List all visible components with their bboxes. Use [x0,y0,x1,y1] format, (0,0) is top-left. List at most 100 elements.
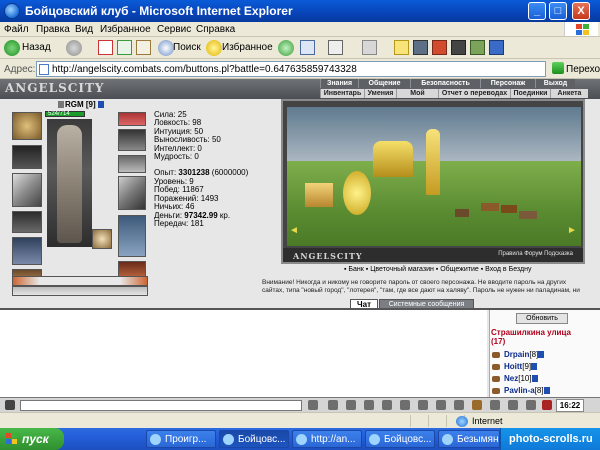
tab-security[interactable]: Безопасность [410,79,480,88]
tool-icon[interactable] [432,40,447,55]
menu-view[interactable]: Вид [75,24,93,35]
armor-slot[interactable] [12,211,42,233]
address-input[interactable]: http://angelscity.combats.com/buttons.pl… [36,61,546,77]
favorites-button-label[interactable]: Избранное [222,42,273,53]
scene-links[interactable]: Правила Форум Подсказка [498,251,573,257]
refresh-button[interactable]: Обновить [516,313,568,324]
back-button-label[interactable]: Назад [22,42,51,53]
ring-slots-row[interactable] [12,276,148,286]
media-icon[interactable] [451,40,466,55]
character-name[interactable]: RGM [9] [58,100,104,109]
chat-area[interactable] [0,310,487,397]
maximize-button[interactable]: □ [549,2,567,20]
translit-icon[interactable] [400,400,410,410]
messenger-icon[interactable] [413,40,428,55]
bench-object[interactable] [481,203,499,211]
tab-battles[interactable]: Поединки [510,89,550,98]
bench-object-3[interactable] [455,209,469,217]
menu-file[interactable]: Файл [4,24,29,35]
map-icon[interactable] [454,400,464,410]
weapon-slot[interactable] [12,173,42,207]
task-browser-3[interactable]: Бойцовс... [365,430,435,448]
bracer-slot[interactable] [118,155,146,173]
info-icon[interactable] [97,101,104,109]
bench-object-4[interactable] [519,211,537,219]
go-arrow-icon[interactable] [552,62,564,74]
list-item[interactable]: Hoitt[9] [492,362,538,371]
task-paint[interactable]: Безымян... [438,430,500,448]
sound-icon[interactable] [382,400,392,410]
mail-icon[interactable] [508,400,518,410]
tab-knowledge[interactable]: Знания [320,79,358,88]
tab-communication[interactable]: Общение [358,79,410,88]
research-icon[interactable] [470,40,485,55]
menu-edit[interactable]: Правка [36,24,70,35]
belt-items-row[interactable] [12,286,148,296]
gloves-slot[interactable] [118,129,146,151]
help-icon[interactable] [526,400,536,410]
discuss-icon[interactable] [489,40,504,55]
refresh-icon[interactable] [117,40,132,55]
stop-icon[interactable] [98,40,113,55]
filter-icon[interactable] [364,400,374,410]
start-button[interactable]: пуск [0,428,64,450]
task-player[interactable]: Проигр... [146,430,216,448]
close-button[interactable]: X [572,2,590,20]
go-button-label[interactable]: Переход [566,64,600,75]
legs-slot[interactable] [118,215,146,257]
home-icon[interactable] [136,40,151,55]
castle-building[interactable] [373,141,413,177]
pet-slot[interactable] [92,229,112,249]
exit-icon[interactable] [542,400,552,410]
search-button-label[interactable]: Поиск [173,42,201,53]
bank-building[interactable] [343,171,371,215]
list-item[interactable]: Nez[10] [492,374,538,383]
chat-settings-icon[interactable] [5,400,15,410]
history-icon[interactable] [278,40,294,56]
tools-icon[interactable] [436,400,446,410]
pause-icon[interactable] [418,400,428,410]
tab-exit[interactable]: Выход [535,79,575,88]
back-arrow-icon[interactable] [4,40,20,56]
search-icon[interactable] [158,40,174,56]
mail-icon[interactable] [300,40,315,55]
location-links[interactable]: ▪ Банк ▪ Цветочный магазин ▪ Общежитие ▪… [344,266,531,273]
window-title-bar[interactable]: Бойцовский клуб - Microsoft Internet Exp… [0,0,600,22]
chat-input[interactable] [20,400,302,411]
clear-icon[interactable] [328,400,338,410]
tab-my-scroll[interactable]: Мой Скролл [396,89,438,106]
menu-favorites[interactable]: Избранное [100,24,151,35]
amulet-slot[interactable] [12,145,42,169]
bag-icon[interactable] [472,400,482,410]
star-icon[interactable] [206,40,222,56]
list-item[interactable]: Pavlin-a[8] [492,386,550,395]
tab-character[interactable]: Персонаж [480,79,535,88]
tab-system-messages[interactable]: Системные сообщения [379,299,474,309]
forward-arrow-icon[interactable] [66,40,82,56]
menu-tools[interactable]: Сервис [157,24,191,35]
tab-chat[interactable]: Чат [350,299,378,309]
boots-slot[interactable] [118,261,146,277]
list-item[interactable]: Drpain[8] [492,350,545,359]
tab-inventory[interactable]: Инвентарь [320,89,364,98]
tab-skills[interactable]: Умения [364,89,396,98]
tower-building[interactable] [426,129,440,195]
print-icon[interactable] [328,40,343,55]
cloak-slot[interactable] [12,237,42,265]
earring-slot[interactable] [118,112,146,126]
tab-transfer-report[interactable]: Отчет о переводах [438,89,510,98]
task-browser-1[interactable]: Бойцовс... [219,430,289,448]
menu-help[interactable]: Справка [196,24,235,35]
bench-object-2[interactable] [501,205,517,213]
edit-icon[interactable] [362,40,377,55]
smile-icon[interactable] [346,400,356,410]
city-scene[interactable]: ◄ ► ANGELSCITY Правила Форум Подсказка [281,99,585,264]
arrow-right-icon[interactable]: ► [567,225,577,236]
sword-icon[interactable] [490,400,500,410]
shield-slot[interactable] [118,176,146,210]
folder-icon[interactable] [394,40,409,55]
helmet-slot[interactable] [12,112,42,140]
tab-profile[interactable]: Анкета [550,89,588,98]
address-url[interactable]: http://angelscity.combats.com/buttons.pl… [52,64,357,75]
shop-building[interactable] [305,183,333,207]
